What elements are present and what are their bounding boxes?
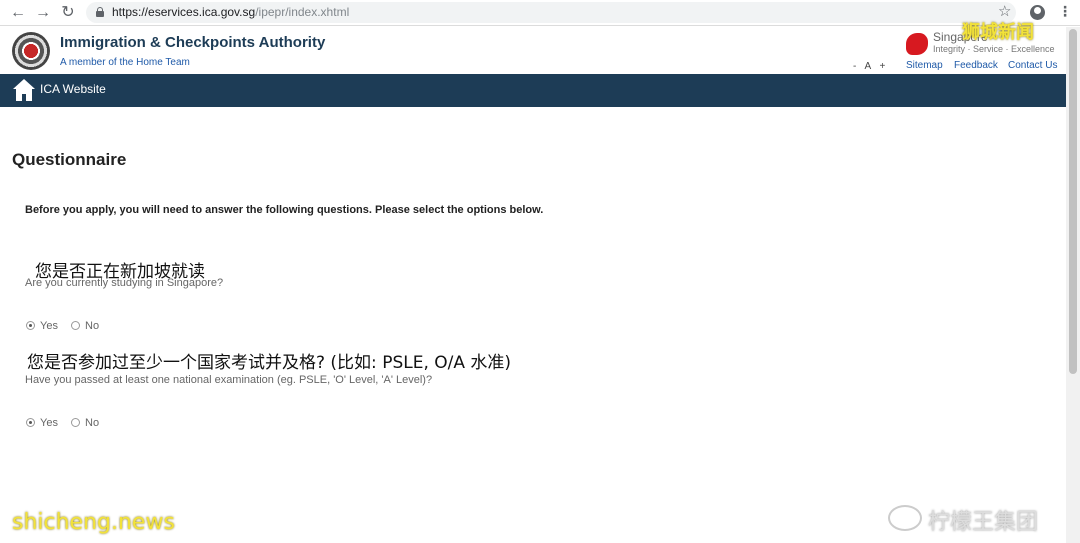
ica-logo[interactable]: [12, 32, 50, 70]
font-size-controls[interactable]: - A +: [853, 61, 885, 72]
reload-icon[interactable]: ↻: [58, 3, 78, 23]
watermark-bottom-left: shicheng.news: [12, 510, 175, 535]
feedback-link[interactable]: Feedback: [954, 60, 998, 71]
scrollbar[interactable]: [1066, 27, 1080, 543]
ica-website-link[interactable]: ICA Website: [40, 82, 106, 96]
page-title: Questionnaire: [12, 150, 127, 169]
singapore-tagline: Integrity · Service · Excellence: [933, 44, 1055, 54]
question-2-chinese: 您是否参加过至少一个国家考试并及格? (比如: PSLE, O/A 水准): [27, 353, 512, 373]
url-text: https://eservices.ica.gov.sg/ipepr/index…: [112, 5, 350, 19]
browser-menu-icon[interactable]: ⋮: [1058, 3, 1072, 20]
q2-yes-label[interactable]: Yes: [40, 417, 58, 429]
q2-no-label[interactable]: No: [85, 417, 99, 429]
watermark-bottom-right: 柠檬王集团: [928, 510, 1039, 535]
back-arrow-icon[interactable]: ←: [8, 3, 28, 23]
org-subtitle[interactable]: A member of the Home Team: [60, 57, 190, 68]
singapore-lion-logo: [906, 33, 928, 55]
weibo-icon: [888, 505, 922, 531]
intro-text: Before you apply, you will need to answe…: [25, 204, 544, 216]
home-icon[interactable]: [13, 79, 35, 101]
watermark-top-right: 狮城新闻: [962, 22, 1034, 43]
main-nav-bar: ICA Website: [0, 74, 1066, 107]
lock-icon: [96, 7, 104, 17]
address-bar[interactable]: https://eservices.ica.gov.sg/ipepr/index…: [86, 2, 1016, 23]
q2-yes-radio[interactable]: [26, 418, 35, 427]
question-2-options: Yes No: [26, 417, 109, 431]
q1-no-label[interactable]: No: [85, 320, 99, 332]
scrollbar-thumb[interactable]: [1069, 29, 1077, 374]
q1-no-radio[interactable]: [71, 321, 81, 330]
sitemap-link[interactable]: Sitemap: [906, 60, 943, 71]
question-1-english: Are you currently studying in Singapore?: [25, 277, 224, 289]
forward-arrow-icon[interactable]: →: [33, 3, 53, 23]
contact-us-link[interactable]: Contact Us: [1008, 60, 1057, 71]
q1-yes-radio[interactable]: [26, 321, 35, 330]
question-2-english: Have you passed at least one national ex…: [25, 374, 433, 386]
browser-toolbar: ← → ↻ https://eservices.ica.gov.sg/ipepr…: [0, 0, 1080, 26]
org-name[interactable]: Immigration & Checkpoints Authority: [60, 34, 325, 51]
question-1-options: Yes No: [26, 320, 109, 334]
q1-yes-label[interactable]: Yes: [40, 320, 58, 332]
site-header: Immigration & Checkpoints Authority A me…: [0, 27, 1066, 74]
q2-no-radio[interactable]: [71, 418, 81, 427]
